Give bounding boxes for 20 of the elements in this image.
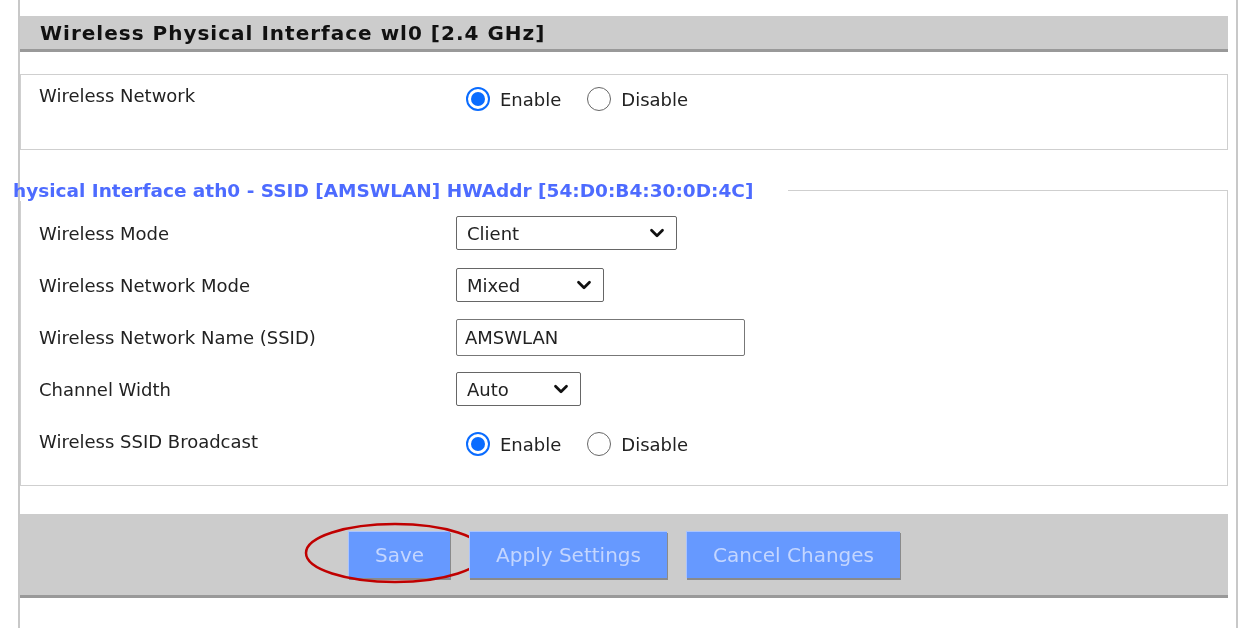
radio-button[interactable] [466, 432, 490, 456]
radio-label: Enable [500, 88, 562, 110]
radio-button[interactable] [587, 87, 612, 111]
field-label: Wireless Network Mode [39, 274, 251, 296]
section-title: Wireless Physical Interface wl0 [2.4 GHz] [40, 20, 546, 45]
field-label: Wireless SSID Broadcast [39, 430, 259, 452]
radio-label: Disable [621, 88, 689, 110]
radio-button[interactable] [466, 87, 490, 111]
field-label: Channel Width [39, 378, 172, 400]
radio-label: Enable [500, 433, 562, 455]
dropdown[interactable]: Client [456, 216, 677, 250]
radio-button[interactable] [587, 432, 612, 456]
field-label: Wireless Mode [39, 222, 171, 244]
field-label: Wireless Network [39, 85, 197, 108]
panel-legend: hysical Interface ath0 - SSID [AMSWLAN] HWAddr [54:D0:B4:30:0D:4C] [13, 180, 789, 201]
dropdown[interactable]: Auto [456, 372, 581, 406]
dropdown[interactable]: Mixed [456, 268, 604, 302]
input-field[interactable]: AMSWLAN [456, 318, 745, 356]
field-label: Wireless Network Name (SSID) [39, 326, 317, 348]
radio-label: Disable [621, 433, 689, 455]
